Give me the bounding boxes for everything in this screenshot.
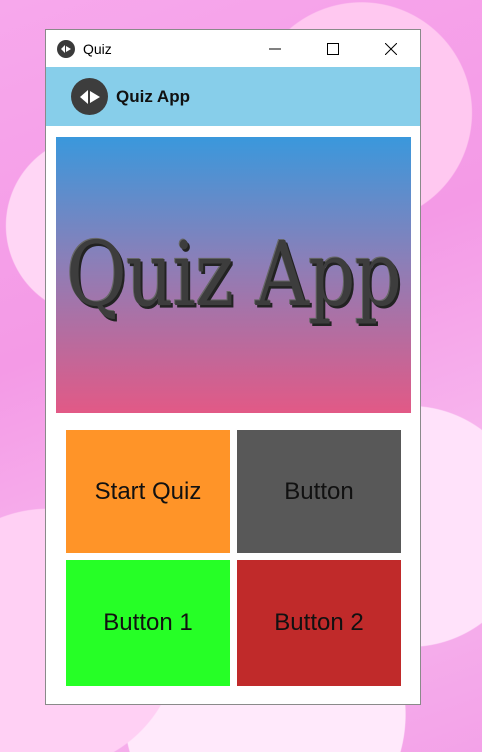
start-quiz-button[interactable]: Start Quiz (66, 430, 230, 553)
window-title: Quiz (83, 40, 112, 57)
button-2[interactable]: Button 2 (237, 560, 401, 686)
close-icon (385, 42, 397, 55)
button[interactable]: Button (237, 430, 401, 553)
kivy-logo-icon (57, 39, 75, 58)
minimize-icon (269, 48, 281, 49)
kivy-logo-icon (71, 78, 108, 115)
app-bar-title: Quiz App (116, 86, 190, 106)
window-controls (246, 30, 420, 67)
app-window: Quiz Quiz App Quiz App Start Quiz Button… (45, 29, 421, 705)
minimize-button[interactable] (246, 30, 304, 67)
app-bar: Quiz App (46, 67, 420, 126)
banner-image: Quiz App (56, 137, 411, 413)
maximize-button[interactable] (304, 30, 362, 67)
maximize-icon (327, 42, 339, 55)
title-bar: Quiz (46, 30, 420, 67)
close-button[interactable] (362, 30, 420, 67)
banner-title: Quiz App (66, 223, 402, 327)
button-1[interactable]: Button 1 (66, 560, 230, 686)
button-grid: Start Quiz Button Button 1 Button 2 (66, 430, 401, 686)
